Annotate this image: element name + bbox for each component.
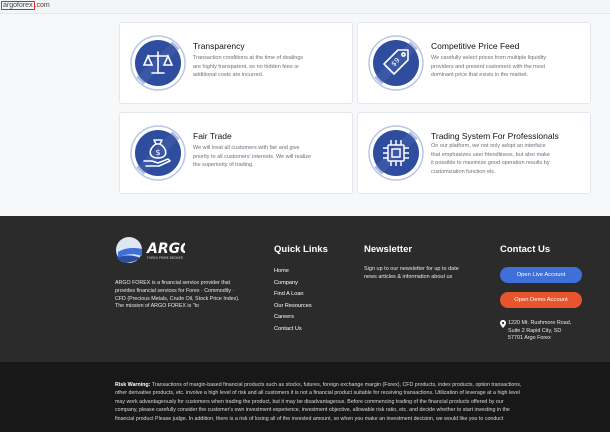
- risk-line-text: Transactions of margin-based financial p…: [151, 382, 522, 388]
- feature-line: that emphasizes user friendliness, but a…: [431, 151, 550, 158]
- feature-line: We will treat all customers with fair an…: [193, 145, 300, 151]
- risk-warning-section: Risk Warning: Transactions of margin-bas…: [0, 362, 610, 432]
- quick-links-list: Home Company Find A Loan Our Resources C…: [274, 266, 312, 336]
- feature-line: it possible to maximize good operation r…: [431, 160, 550, 167]
- argo-logo[interactable]: ARGO FOREX PRIME BROKER: [115, 234, 185, 274]
- risk-warning-label: Risk Warning:: [115, 382, 151, 388]
- feature-line: the superiority of trading.: [193, 162, 254, 169]
- feature-title: Competitive Price Feed: [431, 41, 520, 51]
- feature-line: dominant price that exists in the market…: [431, 72, 529, 79]
- feature-card-fair-trade: $ Fair Trade We will treat all customers…: [119, 112, 353, 194]
- feature-card-transparency: Transparency Transaction conditions at t…: [119, 22, 353, 104]
- feature-line: On our platform, we not only adopt an in…: [431, 143, 546, 149]
- feature-title: Transparency: [193, 41, 245, 51]
- office-address: 1220 Mt. Rushmore Road, Suite 2 Rapid Ci…: [508, 320, 571, 343]
- address-rest: .com: [34, 2, 50, 9]
- features-section: Transparency Transaction conditions at t…: [0, 14, 610, 216]
- feature-line: priority to all customers' interests. We…: [193, 153, 312, 160]
- logo-subtitle: FOREX PRIME BROKER: [147, 256, 184, 260]
- feature-description: We carefully select prices from multiple…: [431, 54, 587, 80]
- feature-line: Transaction conditions at the time of de…: [193, 55, 304, 61]
- balance-scale-icon: [130, 35, 186, 91]
- newsletter-text: Sign up to our newsletter for up to date…: [364, 266, 486, 282]
- footer-link-company[interactable]: Company: [274, 278, 312, 290]
- description-line: ARGO FOREX is a financial service provid…: [115, 280, 231, 286]
- risk-line: may work advantageously for customers wh…: [115, 398, 504, 405]
- newsletter-line: Sign up to our newsletter for up to date: [364, 266, 459, 272]
- location-pin-icon: [500, 320, 506, 328]
- footer-link-careers[interactable]: Careers: [274, 312, 312, 324]
- money-bag-hand-icon: $: [130, 125, 186, 181]
- description-line: CFD (Precious Metals, Crude Oil, Stock P…: [115, 295, 240, 302]
- address-line: 1220 Mt. Rushmore Road,: [508, 320, 572, 326]
- description-line: provides financial services for Forex · …: [115, 287, 235, 294]
- open-demo-account-button[interactable]: Open Demo Account: [500, 292, 582, 308]
- risk-line: financial product Please judge. In addit…: [115, 415, 504, 422]
- open-live-account-button[interactable]: Open Live Account: [500, 267, 582, 283]
- footer-link-our-resources[interactable]: Our Resources: [274, 301, 312, 313]
- footer: ARGO FOREX PRIME BROKER ARGO FOREX is a …: [0, 216, 610, 362]
- feature-card-trading-system: Trading System For Professionals On our …: [357, 112, 591, 194]
- risk-line: company, please carefully consider the c…: [115, 407, 510, 414]
- feature-line: customization function etc.: [431, 168, 496, 175]
- newsletter-line: news articles & information about us: [364, 273, 453, 280]
- footer-link-contact-us[interactable]: Contact Us: [274, 324, 312, 336]
- footer-link-find-a-loan[interactable]: Find A Loan: [274, 289, 312, 301]
- address-line: Suite 2 Rapid City, SD: [508, 327, 562, 334]
- cpu-chip-icon: [368, 125, 424, 181]
- address-text[interactable]: argoforex .com: [1, 1, 50, 10]
- feature-line: additional costs are incurred.: [193, 72, 264, 79]
- feature-card-price-feed: $9 Competitive Price Feed We carefully s…: [357, 22, 591, 104]
- feature-title: Trading System For Professionals: [431, 131, 559, 141]
- address-highlight: argoforex: [1, 1, 35, 10]
- quick-links-title: Quick Links: [274, 244, 328, 255]
- feature-description: We will treat all customers with fair an…: [193, 144, 349, 170]
- contact-us-title: Contact Us: [500, 244, 551, 255]
- address-bar[interactable]: argoforex .com: [0, 0, 610, 14]
- footer-link-home[interactable]: Home: [274, 266, 312, 278]
- feature-line: We carefully select prices from multiple…: [431, 55, 547, 61]
- risk-line: other derivative products, etc. involve …: [115, 390, 520, 397]
- price-tag-icon: $9: [368, 35, 424, 91]
- feature-line: providers and present customers with the…: [431, 63, 546, 70]
- feature-title: Fair Trade: [193, 131, 232, 141]
- logo-text: ARGO: [146, 241, 185, 257]
- feature-description: On our platform, we not only adopt an in…: [431, 142, 587, 176]
- svg-text:$: $: [156, 148, 161, 157]
- company-description: ARGO FOREX is a financial service provid…: [115, 280, 263, 311]
- risk-line: Risk Warning: Transactions of margin-bas…: [115, 381, 603, 389]
- feature-line: are highly transparent, so no hidden fee…: [193, 63, 300, 70]
- risk-warning-text: Risk Warning: Transactions of margin-bas…: [115, 381, 603, 423]
- address-line: 57701 Argo Forex: [508, 335, 551, 342]
- newsletter-title: Newsletter: [364, 244, 413, 255]
- feature-description: Transaction conditions at the time of de…: [193, 54, 349, 80]
- description-line: The mission of ARGO FOREX is "to: [115, 303, 200, 310]
